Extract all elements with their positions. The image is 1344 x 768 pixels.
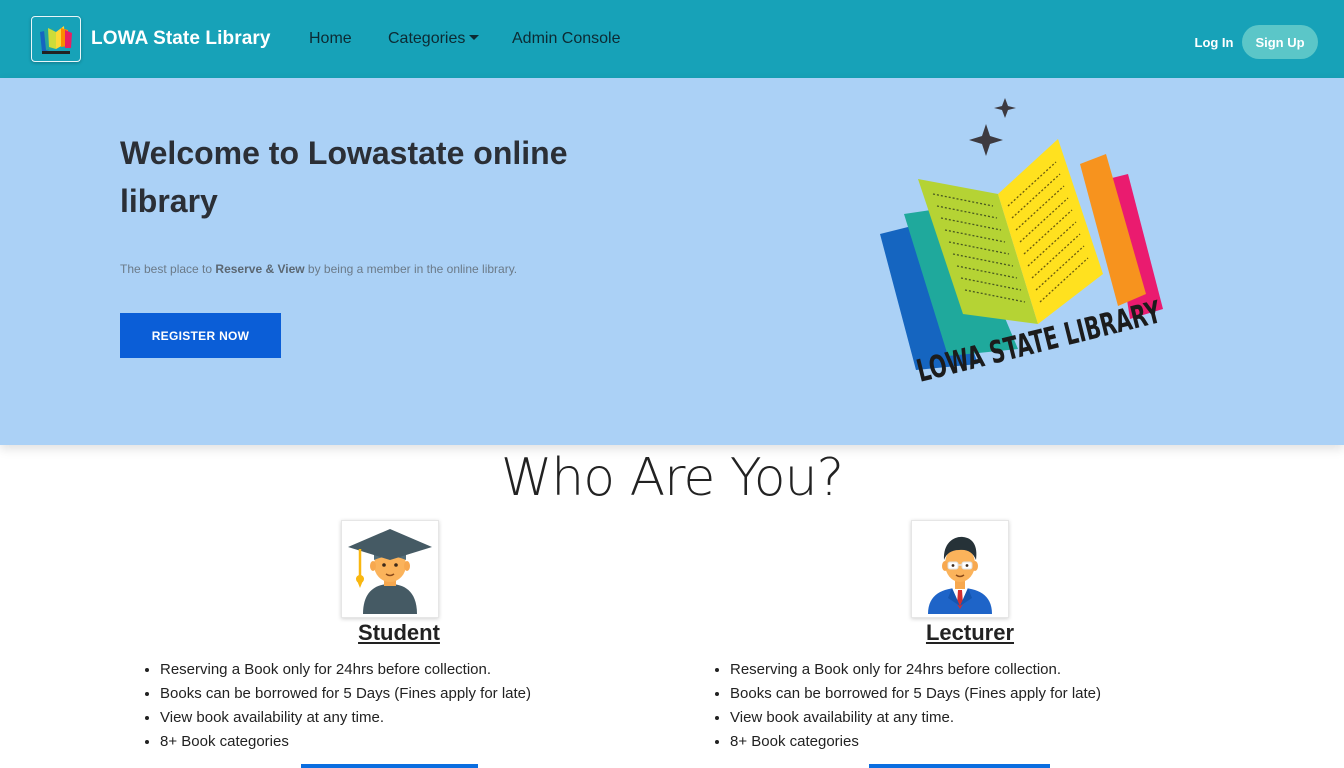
nav-home-link[interactable]: Home (309, 30, 352, 48)
lecturer-title[interactable]: Lecturer (690, 620, 1250, 646)
list-item: View book availability at any time. (160, 706, 531, 730)
student-title[interactable]: Student (119, 620, 679, 646)
list-item: Books can be borrowed for 5 Days (Fines … (730, 682, 1101, 706)
list-item: 8+ Book categories (160, 730, 531, 754)
lecturer-avatar[interactable] (911, 520, 1009, 618)
student-avatar[interactable] (341, 520, 439, 618)
student-graduate-icon (348, 529, 432, 614)
library-book-logo-icon (31, 16, 81, 62)
nav-categories-label: Categories (388, 30, 466, 47)
hero-tagline: The best place to Reserve & View by bein… (120, 262, 517, 276)
student-feature-list: Reserving a Book only for 24hrs before c… (160, 658, 531, 754)
library-book-illustration: LOWA STATE LIBRARY (880, 98, 1165, 390)
nav-admin-console-link[interactable]: Admin Console (512, 30, 621, 48)
list-item: 8+ Book categories (730, 730, 1101, 754)
who-are-you-heading: Who Are You? (500, 448, 844, 508)
nav-categories-dropdown[interactable]: Categories (388, 30, 480, 48)
lecturer-action-button[interactable] (869, 764, 1050, 768)
lecturer-feature-list: Reserving a Book only for 24hrs before c… (730, 658, 1101, 754)
tagline-suffix: by being a member in the online library. (307, 262, 518, 276)
caret-down-icon (469, 35, 480, 40)
brand-link[interactable]: LOWA State Library (31, 16, 271, 62)
list-item: Reserving a Book only for 24hrs before c… (160, 658, 531, 682)
student-action-button[interactable] (301, 764, 478, 768)
tagline-bold: Reserve & View (215, 262, 305, 276)
tagline-prefix: The best place to (120, 262, 213, 276)
list-item: View book availability at any time. (730, 706, 1101, 730)
hero-title: Welcome to Lowastate online library (120, 135, 568, 219)
top-navbar: LOWA State Library Home Categories Admin… (0, 0, 1344, 78)
list-item: Reserving a Book only for 24hrs before c… (730, 658, 1101, 682)
login-button[interactable]: Log In (1188, 26, 1240, 58)
signup-button[interactable]: Sign Up (1242, 25, 1318, 59)
lecturer-teacher-icon (928, 536, 992, 614)
hero-banner: Welcome to Lowastate online library The … (0, 78, 1344, 445)
brand-title: LOWA State Library (91, 28, 271, 49)
list-item: Books can be borrowed for 5 Days (Fines … (160, 682, 531, 706)
register-now-button[interactable]: REGISTER NOW (120, 313, 281, 358)
